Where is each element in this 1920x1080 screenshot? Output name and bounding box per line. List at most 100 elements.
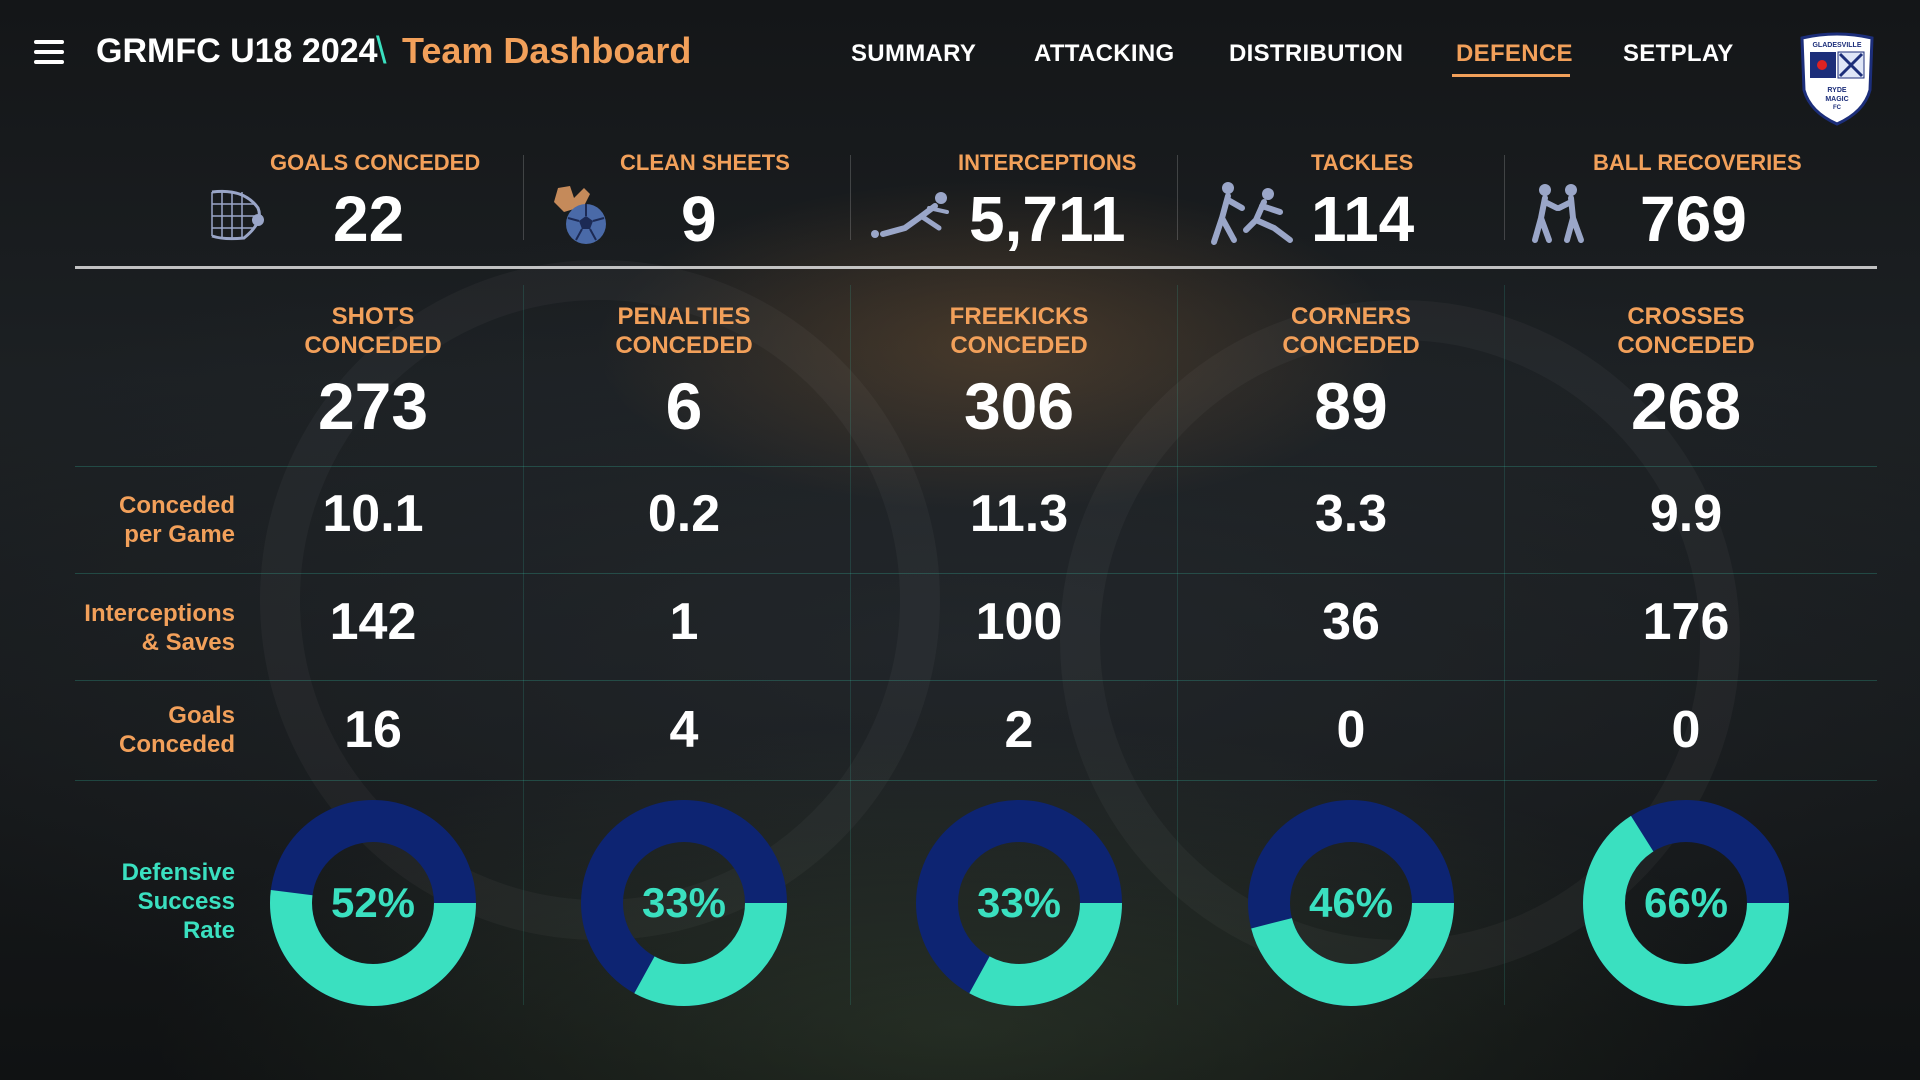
row-divider xyxy=(75,680,1877,681)
cell-interceptions-saves: 1 xyxy=(669,593,699,651)
kpi-value: 114 xyxy=(1311,183,1415,255)
kpi-label: BALL RECOVERIES xyxy=(1593,150,1802,175)
donut-percent-label: 33% xyxy=(641,879,727,926)
column-divider xyxy=(850,285,851,1005)
row-divider xyxy=(75,780,1877,781)
kpi-ball-recoveries: BALL RECOVERIES 769 xyxy=(1505,150,1905,255)
success-rate-donut: 46% xyxy=(1246,798,1456,1008)
cell-per-game: 3.3 xyxy=(1314,485,1388,543)
row-label-interceptions-saves: Interceptions & Saves xyxy=(40,599,235,657)
row-label-defensive-success-rate: Defensive Success Rate xyxy=(40,858,235,945)
svg-text:RYDE: RYDE xyxy=(1827,87,1847,94)
success-rate-donut: 66% xyxy=(1581,798,1791,1008)
row-label-line: Success xyxy=(137,888,235,915)
column-header-corners: CORNERS CONCEDED xyxy=(1201,302,1501,360)
cell-interceptions-saves: 100 xyxy=(975,593,1063,651)
column-header-line: SHOTS xyxy=(331,303,415,330)
row-label-line: Goals xyxy=(168,702,235,729)
cell-goals-conceded: 2 xyxy=(1004,701,1034,759)
cell-interceptions-saves: 176 xyxy=(1642,593,1730,651)
column-header-line: PENALTIES xyxy=(617,303,751,330)
column-divider xyxy=(1177,285,1178,1005)
cell-goals-conceded: 4 xyxy=(669,701,699,759)
cell-per-game: 0.2 xyxy=(647,485,721,543)
column-header-line: CONCEDED xyxy=(1282,332,1420,359)
row-label-goals-conceded: Goals Conceded xyxy=(40,701,235,759)
column-header-freekicks: FREEKICKS CONCEDED xyxy=(869,302,1169,360)
cell-per-game: 11.3 xyxy=(969,485,1069,543)
column-header-crosses: CROSSES CONCEDED xyxy=(1536,302,1836,360)
kpi-value: 769 xyxy=(1640,183,1747,255)
success-rate-donut: 33% xyxy=(579,798,789,1008)
column-total: 6 xyxy=(665,369,703,443)
cell-per-game: 9.9 xyxy=(1649,485,1723,543)
cell-interceptions-saves: 142 xyxy=(329,593,417,651)
cell-goals-conceded: 0 xyxy=(1336,701,1366,759)
tab-defence[interactable]: DEFENCE xyxy=(1456,40,1573,68)
row-label-line: Defensive xyxy=(121,859,235,886)
page-title: Team Dashboard xyxy=(402,30,692,71)
column-header-line: CONCEDED xyxy=(615,332,753,359)
svg-text:MAGIC: MAGIC xyxy=(1825,96,1848,103)
cell-per-game: 10.1 xyxy=(322,485,424,543)
tab-distribution[interactable]: DISTRIBUTION xyxy=(1229,40,1403,68)
row-label-line: Interceptions xyxy=(84,600,235,627)
kpi-label: TACKLES xyxy=(1311,150,1414,175)
column-header-penalties: PENALTIES CONCEDED xyxy=(534,302,834,360)
section-divider xyxy=(75,266,1877,269)
players-group-icon xyxy=(1532,184,1584,243)
kpi-goals-conceded: GOALS CONCEDED 22 xyxy=(0,150,520,255)
svg-text:FC: FC xyxy=(1833,105,1842,111)
column-header-shots: SHOTS CONCEDED xyxy=(223,302,523,360)
success-rate-donut: 33% xyxy=(914,798,1124,1008)
kpi-value: 22 xyxy=(333,183,405,255)
column-header-line: CONCEDED xyxy=(304,332,442,359)
tab-summary[interactable]: SUMMARY xyxy=(851,40,976,68)
column-divider xyxy=(1504,285,1505,1005)
column-total: 273 xyxy=(317,369,429,443)
cell-goals-conceded: 16 xyxy=(344,701,402,759)
menu-icon[interactable] xyxy=(34,40,64,66)
kpi-tackles: TACKLES 114 xyxy=(1178,150,1504,255)
column-header-line: CONCEDED xyxy=(950,332,1088,359)
tackle-players-icon xyxy=(1211,182,1293,245)
donut-percent-label: 46% xyxy=(1308,879,1394,926)
row-label-line: Conceded xyxy=(118,731,235,758)
row-label-line: Conceded xyxy=(118,492,235,519)
kpi-clean-sheets: CLEAN SHEETS 9 xyxy=(524,150,850,255)
column-divider xyxy=(523,285,524,1005)
tab-setplay[interactable]: SETPLAY xyxy=(1623,40,1734,68)
kpi-value: 9 xyxy=(681,183,717,255)
club-crest-logo: GLADESVILLE RYDE MAGIC FC xyxy=(1800,32,1874,126)
cell-interceptions-saves: 36 xyxy=(1322,593,1380,651)
gloves-ball-icon xyxy=(554,186,606,244)
tab-attacking[interactable]: ATTACKING xyxy=(1034,40,1174,68)
row-label-line: per Game xyxy=(124,521,235,548)
kpi-label: GOALS CONCEDED xyxy=(270,150,481,175)
active-tab-underline xyxy=(1452,74,1570,77)
success-rate-donut: 52% xyxy=(268,798,478,1008)
column-total: 268 xyxy=(1630,369,1742,443)
kpi-label: INTERCEPTIONS xyxy=(958,150,1137,175)
cell-goals-conceded: 0 xyxy=(1671,701,1701,759)
column-total: 306 xyxy=(963,369,1075,443)
kpi-interceptions: INTERCEPTIONS 5,711 xyxy=(851,150,1177,255)
row-label-line: & Saves xyxy=(141,629,235,656)
row-divider xyxy=(75,466,1877,467)
title-separator: \ xyxy=(376,30,387,72)
column-header-line: CORNERS xyxy=(1290,303,1411,330)
column-total: 89 xyxy=(1314,369,1388,443)
column-header-line: CROSSES xyxy=(1627,303,1745,330)
app-title: GRMFC U18 2024 xyxy=(96,32,378,70)
slide-tackle-icon xyxy=(871,192,949,238)
column-header-line: CONCEDED xyxy=(1617,332,1755,359)
goal-net-icon xyxy=(211,189,264,241)
svg-text:GLADESVILLE: GLADESVILLE xyxy=(1812,42,1861,49)
row-label-conceded-per-game: Conceded per Game xyxy=(40,491,235,549)
donut-percent-label: 52% xyxy=(330,879,416,926)
column-header-line: FREEKICKS xyxy=(949,303,1089,330)
donut-percent-label: 33% xyxy=(976,879,1062,926)
row-label-line: Rate xyxy=(182,917,235,944)
row-divider xyxy=(75,573,1877,574)
kpi-label: CLEAN SHEETS xyxy=(620,150,790,175)
